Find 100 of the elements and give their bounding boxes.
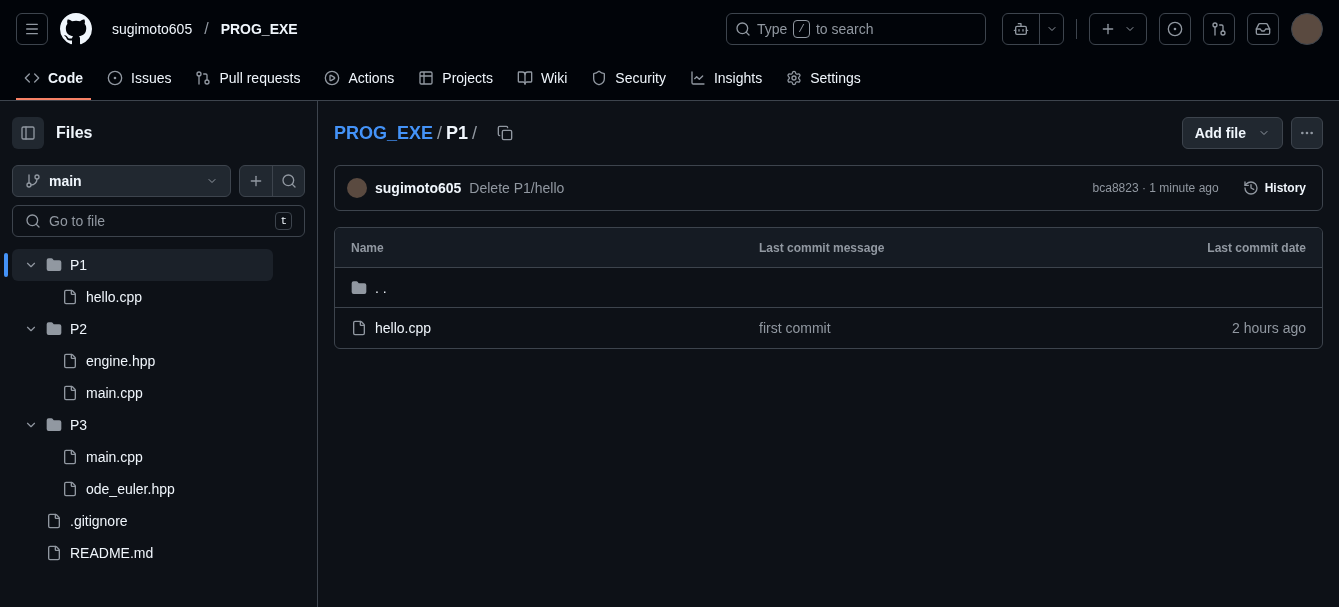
tree-item-label: .gitignore xyxy=(70,512,128,531)
file-icon xyxy=(46,545,62,561)
tree-item[interactable]: ode_euler.hpp xyxy=(12,473,273,505)
nav-tab[interactable]: Projects xyxy=(410,58,501,100)
plus-icon xyxy=(248,173,264,189)
selection-indicator xyxy=(4,253,8,277)
folder-icon xyxy=(46,321,62,337)
file-link[interactable]: hello.cpp xyxy=(375,318,432,338)
file-icon xyxy=(46,513,62,529)
column-header: Last commit date xyxy=(1206,239,1306,256)
logo-icon[interactable] xyxy=(60,13,92,45)
commit-meta: bca8823 · 1 minute ago xyxy=(1092,180,1219,196)
folder-icon xyxy=(46,257,62,273)
inbox-icon xyxy=(1255,21,1271,37)
commit-message: first commit xyxy=(759,319,832,338)
tree-item-label: hello.cpp xyxy=(86,288,143,307)
owner-link[interactable]: sugimoto605 xyxy=(112,19,193,39)
folder-icon xyxy=(46,417,62,433)
tree-item[interactable]: hello.cpp xyxy=(12,281,273,313)
play-icon xyxy=(324,70,341,86)
nav-tab[interactable]: Insights xyxy=(681,58,771,100)
file-icon xyxy=(62,289,78,305)
search-icon xyxy=(280,173,297,189)
tree-item[interactable]: main.cpp xyxy=(12,441,273,473)
file-icon xyxy=(62,385,78,401)
tree-item-label: main.cpp xyxy=(86,448,143,467)
tree-item[interactable]: P2 xyxy=(12,313,273,345)
add-file-button[interactable]: Add file xyxy=(1181,117,1283,149)
parent-directory-link[interactable]: . . xyxy=(375,277,387,298)
search-placeholder: Type xyxy=(757,20,788,39)
branch-selector[interactable]: main xyxy=(12,165,231,197)
table-icon xyxy=(418,70,435,86)
tree-item-label: engine.hpp xyxy=(86,352,156,371)
file-icon xyxy=(351,320,367,336)
search-field[interactable]: Type / to search xyxy=(726,13,986,45)
commit-date: 2 hours ago xyxy=(1231,319,1306,338)
pull-requests-button[interactable] xyxy=(1203,13,1235,45)
tree-item[interactable]: main.cpp xyxy=(12,377,273,409)
column-header: Last commit message xyxy=(759,239,886,256)
path-separator: / xyxy=(204,19,209,39)
nav-tab[interactable]: Code xyxy=(16,58,91,100)
go-to-file-input[interactable]: Go to file xyxy=(49,211,268,231)
breadcrumb-item: P1 xyxy=(446,122,469,145)
tree-item-label: P1 xyxy=(70,256,88,275)
circle-dot-icon xyxy=(107,70,123,86)
tree-item[interactable]: engine.hpp xyxy=(12,345,273,377)
commit-message-link[interactable]: Delete P1/hello xyxy=(469,178,565,198)
breadcrumb-link[interactable]: PROG_EXE xyxy=(334,119,434,147)
shortcut-key: / xyxy=(793,20,810,38)
menu-icon xyxy=(24,21,40,37)
settings-icon xyxy=(786,70,803,86)
tree-item[interactable]: README.md xyxy=(12,537,273,569)
circle-dot-icon xyxy=(1167,21,1183,37)
go-to-file-field[interactable]: Go to file t xyxy=(12,205,305,237)
shortcut-key: t xyxy=(275,212,292,230)
search-icon xyxy=(25,213,41,229)
avatar xyxy=(347,178,367,198)
tree-item[interactable]: P3 xyxy=(12,409,273,441)
nav-tab[interactable]: Wiki xyxy=(508,58,576,100)
folder-icon xyxy=(351,279,367,296)
history-icon xyxy=(1242,180,1259,196)
nav-tab[interactable]: Actions xyxy=(316,58,403,100)
breadcrumb-separator: / xyxy=(472,122,478,145)
robot-icon xyxy=(1013,21,1029,37)
tree-item-label: P3 xyxy=(70,416,88,435)
tree-item[interactable]: P1 xyxy=(12,249,273,281)
repo-link[interactable]: PROG_EXE xyxy=(220,19,298,39)
column-header: Name xyxy=(351,239,385,256)
file-icon xyxy=(62,449,78,465)
search-placeholder: to search xyxy=(815,20,874,39)
tree-item-label: main.cpp xyxy=(86,384,143,403)
nav-tab[interactable]: Pull requests xyxy=(187,58,309,100)
tree-item-label: README.md xyxy=(70,544,154,563)
menu-button[interactable] xyxy=(16,13,48,45)
tree-item-label: P2 xyxy=(70,320,88,339)
copy-icon xyxy=(497,125,514,141)
shield-icon xyxy=(591,70,608,86)
code-icon xyxy=(24,70,40,86)
graph-icon xyxy=(689,70,706,86)
plus-icon xyxy=(1100,21,1116,37)
history-button[interactable]: History xyxy=(1238,180,1310,196)
tree-item-label: ode_euler.hpp xyxy=(86,480,175,499)
pull-request-icon xyxy=(1211,21,1227,37)
nav-tab[interactable]: Settings xyxy=(778,58,869,100)
nav-tab[interactable]: Security xyxy=(583,58,674,100)
pull-request-icon xyxy=(195,70,212,86)
collapse-sidebar-button[interactable] xyxy=(12,117,44,149)
sidebar-title: Files xyxy=(56,123,93,143)
book-icon xyxy=(516,70,533,86)
search-icon xyxy=(735,21,751,37)
file-icon xyxy=(62,481,78,497)
inbox-button[interactable] xyxy=(1247,13,1279,45)
nav-tab[interactable]: Issues xyxy=(99,58,180,100)
issues-button[interactable] xyxy=(1159,13,1191,45)
sidebar-icon xyxy=(20,125,36,141)
author-link[interactable]: sugimoto605 xyxy=(375,178,462,198)
tree-item[interactable]: .gitignore xyxy=(12,505,273,537)
breadcrumb-separator: / xyxy=(437,122,443,145)
file-icon xyxy=(62,353,78,369)
branch-icon xyxy=(25,173,41,189)
